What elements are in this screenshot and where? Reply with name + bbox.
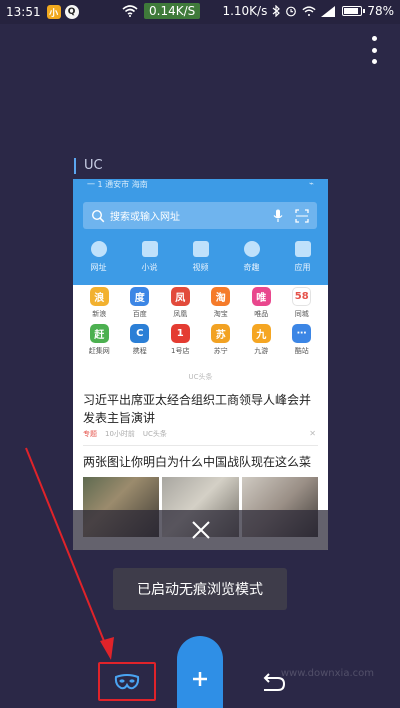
news-time: 10小时前 [105, 430, 135, 438]
scan-icon[interactable] [295, 208, 309, 223]
quick-item-web[interactable]: 网址 [79, 241, 119, 281]
news-dismiss-icon[interactable]: ✕ [309, 429, 316, 438]
site-ganji[interactable]: 赶赶集网 [79, 324, 120, 355]
ifeng-icon: 凤 [170, 287, 190, 306]
card-header: 一 1 通安市 海南 ⌁ 搜索或输入网址 网址 小说 视频 奇趣 应用 [73, 179, 328, 285]
network-speed-area: 0.14K/S [122, 3, 201, 19]
incognito-toast: 已启动无痕浏览模式 [113, 568, 287, 610]
new-tab-button[interactable] [177, 636, 223, 708]
site-58[interactable]: 58 同城 [282, 287, 323, 318]
uc-headline-divider: UC头条 [188, 373, 213, 381]
bluetooth-icon [272, 5, 281, 17]
news-meta: 专题 10小时前 UC头条 [83, 429, 318, 439]
site-taobao[interactable]: 淘淘宝 [201, 287, 242, 318]
search-icon [91, 209, 105, 222]
site-ifeng[interactable]: 凤凤凰 [160, 287, 201, 318]
android-icon [294, 241, 311, 257]
ganji-icon: 赶 [89, 324, 109, 343]
58-icon: 58 [292, 287, 312, 306]
site-vip[interactable]: 唯唯品 [241, 287, 282, 318]
quick-nav-row: 网址 小说 视频 奇趣 应用 [73, 241, 328, 281]
notification-app-icon: 小 [46, 5, 61, 19]
taobao-icon: 淘 [211, 287, 231, 306]
baidu-icon: 度 [130, 287, 150, 306]
microphone-icon[interactable] [273, 209, 283, 223]
site-ctrip[interactable]: C 携程 [120, 324, 161, 355]
mask-icon [114, 673, 140, 689]
battery-percent: 78% [367, 4, 394, 18]
signal-icon [321, 5, 336, 17]
yhd-icon: 1 [170, 324, 190, 343]
close-icon [191, 521, 210, 539]
ctrip-icon: C [130, 324, 150, 343]
site-kuzhan[interactable]: ⋯ 酷站 [282, 324, 323, 355]
quick-item-video[interactable]: 视频 [181, 241, 221, 281]
site-grid: 浪新浪 度百度 凤凤凰 淘淘宝 唯唯品 58 同城 赶赶集网 C 携程 1 1号店 苏… [73, 287, 328, 355]
site-suning[interactable]: 苏苏宁 [201, 324, 242, 355]
tab-preview-card[interactable]: 一 1 通安市 海南 ⌁ 搜索或输入网址 网址 小说 视频 奇趣 应用 浪 新浪… [73, 179, 328, 550]
alarm-icon [286, 6, 297, 17]
wifi-icon-2 [302, 5, 316, 16]
site-9game[interactable]: 九九游 [241, 324, 282, 355]
quick-item-fun[interactable]: 奇趣 [232, 241, 272, 281]
9game-icon: 九 [251, 324, 271, 343]
play-icon [192, 241, 209, 257]
search-placeholder: 搜索或输入网址 [110, 212, 180, 223]
news-source: UC头条 [142, 430, 167, 438]
divider [83, 445, 318, 446]
mini-status-left: 一 1 通安市 海南 [87, 180, 148, 189]
tab-title: UC [74, 158, 103, 174]
site-sina[interactable]: 浪新浪 [79, 287, 120, 318]
wifi-icon [122, 5, 138, 17]
smile-icon [243, 241, 260, 257]
kuzhan-icon: ⋯ [292, 324, 312, 343]
status-right: 1.10K/s 78% [222, 4, 394, 18]
book-icon [141, 241, 158, 257]
mini-status-right: ⌁ [309, 179, 314, 188]
battery-icon [342, 6, 366, 16]
incognito-mode-button[interactable] [98, 662, 156, 701]
quick-item-novel[interactable]: 小说 [130, 241, 170, 281]
web-icon [90, 241, 107, 257]
vip-icon: 唯 [251, 287, 271, 306]
speed-right: 1.10K/s [222, 4, 268, 18]
news-headline-1[interactable]: 习近平出席亚太经合组织工商领导人峰会并发表主旨演讲 [83, 391, 318, 427]
suning-icon: 苏 [211, 324, 231, 343]
status-time: 13:51 [6, 5, 41, 19]
watermark: www.downxia.com [280, 668, 374, 679]
status-bar: 13:51 小 Q 0.14K/S 1.10K/s 78% [0, 0, 400, 24]
site-baidu[interactable]: 度百度 [120, 287, 161, 318]
news-tag: 专题 [83, 430, 97, 438]
sina-icon: 浪 [89, 287, 109, 306]
search-input[interactable]: 搜索或输入网址 [83, 202, 317, 229]
more-options-icon[interactable] [368, 36, 380, 64]
news-headline-2[interactable]: 两张图让你明白为什么中国战队现在这么菜 [83, 453, 318, 471]
speed-badge: 0.14K/S [144, 3, 201, 19]
quick-item-apps[interactable]: 应用 [283, 241, 323, 281]
qq-icon: Q [64, 5, 79, 19]
site-yhd[interactable]: 1 1号店 [160, 324, 201, 355]
close-tab-button[interactable] [73, 510, 328, 550]
plus-icon [193, 672, 207, 686]
